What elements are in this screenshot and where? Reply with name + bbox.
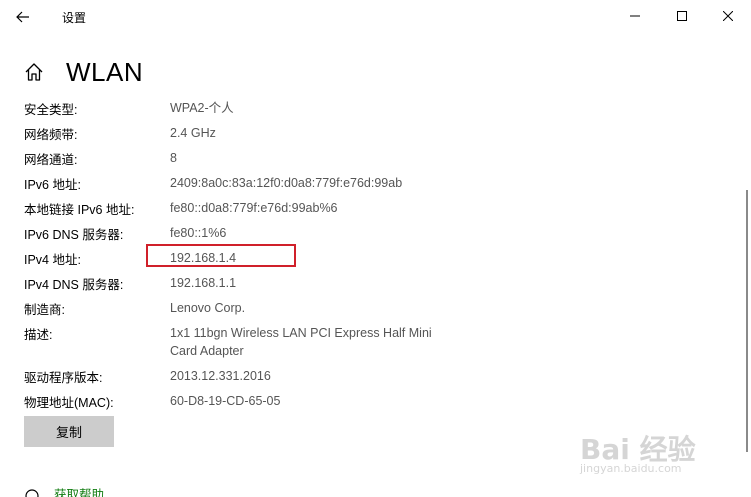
property-security-type: 安全类型: WPA2-个人 [24, 96, 484, 121]
property-value: fe80::d0a8:779f:e76d:99ab%6 [170, 201, 338, 215]
property-manufacturer: 制造商: Lenovo Corp. [24, 296, 484, 321]
property-label: 安全类型: [24, 103, 78, 117]
property-description: 描述: 1x1 11bgn Wireless LAN PCI Express H… [24, 321, 484, 364]
property-driver-version: 驱动程序版本: 2013.12.331.2016 [24, 364, 484, 389]
property-label: 网络频带: [24, 128, 78, 142]
get-help-label: 获取帮助 [54, 488, 105, 497]
back-button[interactable] [6, 2, 40, 32]
property-ipv4-dns: IPv4 DNS 服务器: 192.168.1.1 [24, 271, 484, 296]
property-network-band: 网络频带: 2.4 GHz [24, 121, 484, 146]
help-icon [25, 489, 39, 497]
property-label: 物理地址(MAC): [24, 396, 114, 410]
close-button[interactable] [705, 0, 751, 32]
property-label: 本地链接 IPv6 地址: [24, 203, 135, 217]
property-value: 8 [170, 151, 177, 165]
property-label: IPv4 DNS 服务器: [24, 278, 124, 292]
scrollbar[interactable] [746, 190, 748, 452]
get-help-link[interactable]: 获取帮助 [24, 488, 104, 497]
property-value: 1x1 11bgn Wireless LAN PCI Express Half … [170, 324, 470, 360]
maximize-icon [677, 11, 687, 21]
watermark: Bai 经验 jingyan.baidu.com [580, 428, 730, 488]
app-title: 设置 [62, 11, 87, 25]
property-value: fe80::1%6 [170, 226, 227, 240]
maximize-button[interactable] [659, 0, 705, 32]
property-label: 描述: [24, 328, 53, 342]
property-value: WPA2-个人 [170, 101, 234, 115]
property-label: 驱动程序版本: [24, 371, 103, 385]
page-header: WLAN [24, 56, 143, 88]
watermark-url: jingyan.baidu.com [580, 462, 682, 475]
property-value: 2013.12.331.2016 [170, 369, 271, 383]
property-value: 2.4 GHz [170, 126, 216, 140]
property-ipv6-address: IPv6 地址: 2409:8a0c:83a:12f0:d0a8:779f:e7… [24, 171, 484, 196]
back-arrow-icon [16, 11, 29, 23]
property-label: IPv6 地址: [24, 178, 81, 192]
property-label: IPv4 地址: [24, 253, 81, 267]
copy-button[interactable]: 复制 [24, 416, 114, 447]
property-network-channel: 网络通道: 8 [24, 146, 484, 171]
property-mac-address: 物理地址(MAC): 60-D8-19-CD-65-05 [24, 389, 484, 414]
minimize-icon [630, 15, 640, 17]
property-label: 网络通道: [24, 153, 78, 167]
property-value: 2409:8a0c:83a:12f0:d0a8:779f:e76d:99ab [170, 176, 403, 190]
property-value: 192.168.1.1 [170, 276, 237, 290]
minimize-button[interactable] [612, 0, 658, 32]
description-line: Card Adapter [170, 344, 244, 358]
property-ipv6-dns: IPv6 DNS 服务器: fe80::1%6 [24, 221, 484, 246]
settings-window: 设置 WLAN 安全类型: WPA2-个人 网络频带: 2.4 GHz 网络通道… [0, 0, 751, 497]
property-label: IPv6 DNS 服务器: [24, 228, 124, 242]
property-label: 制造商: [24, 303, 65, 317]
ipv4-highlight-box [146, 244, 296, 267]
property-value: Lenovo Corp. [170, 301, 246, 315]
close-icon [723, 11, 733, 21]
property-value: 60-D8-19-CD-65-05 [170, 394, 281, 408]
page-title: WLAN [66, 56, 144, 87]
home-icon[interactable] [24, 62, 44, 82]
title-bar: 设置 [0, 0, 751, 34]
property-link-local-ipv6: 本地链接 IPv6 地址: fe80::d0a8:779f:e76d:99ab%… [24, 196, 484, 221]
description-line: 1x1 11bgn Wireless LAN PCI Express Half … [170, 326, 432, 340]
